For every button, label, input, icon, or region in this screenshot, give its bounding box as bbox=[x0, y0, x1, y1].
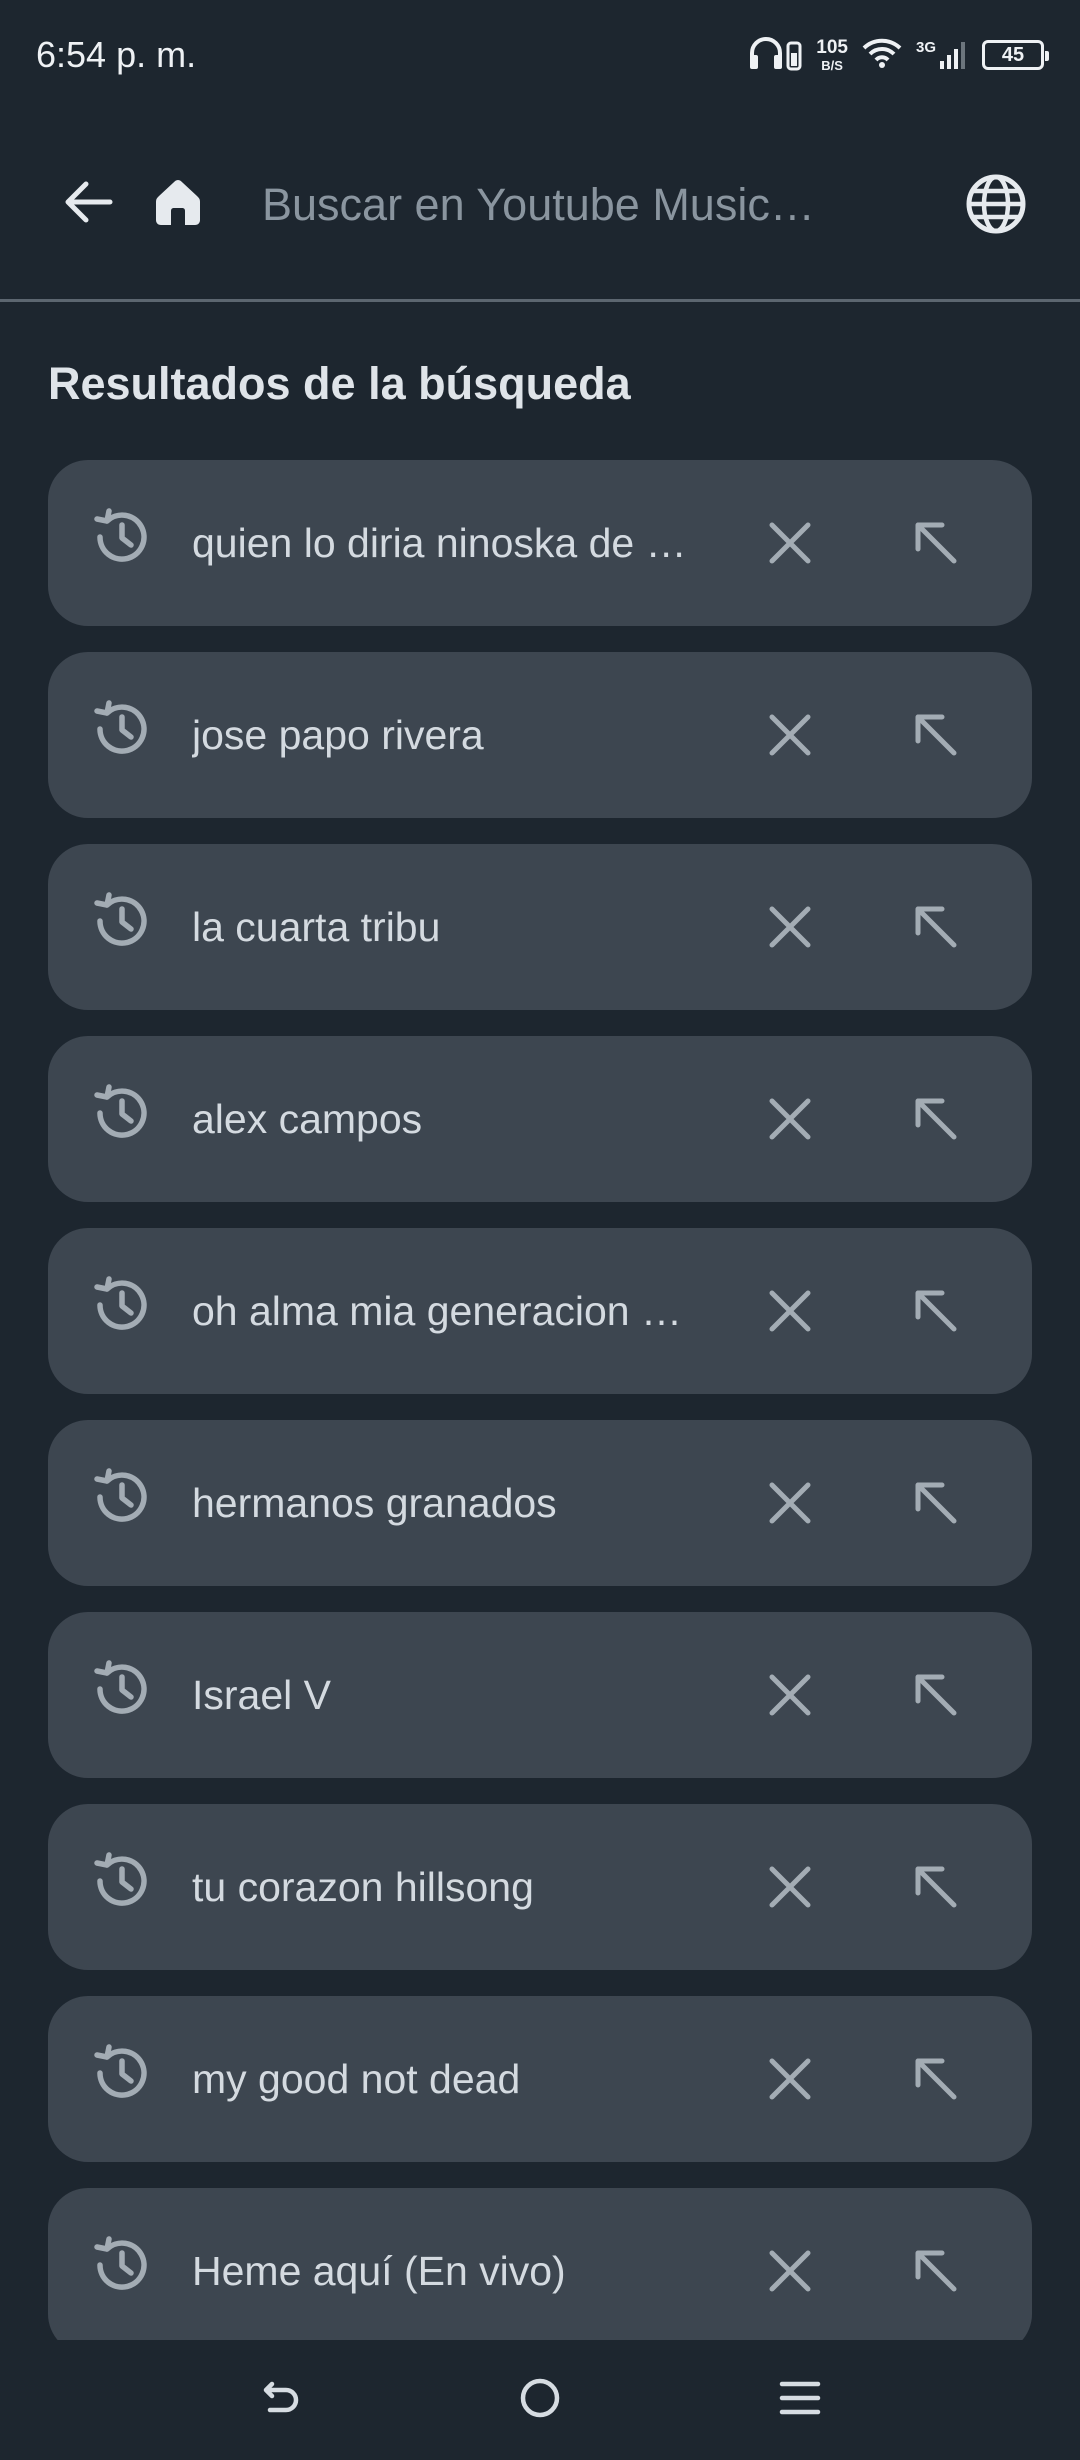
close-icon[interactable] bbox=[750, 887, 830, 967]
close-icon[interactable] bbox=[750, 695, 830, 775]
globe-button[interactable] bbox=[958, 168, 1034, 244]
search-history-item[interactable]: la cuarta tribu bbox=[48, 844, 1032, 1010]
history-icon bbox=[88, 1273, 164, 1349]
history-icon bbox=[88, 2041, 164, 2117]
search-history-label: Israel V bbox=[192, 1672, 331, 1718]
arrow-up-left-icon[interactable] bbox=[896, 503, 976, 583]
status-bar: 6:54 p. m. 105 B/S 3G 45 bbox=[0, 0, 1080, 110]
arrow-up-left-icon[interactable] bbox=[896, 1271, 976, 1351]
close-icon[interactable] bbox=[750, 1271, 830, 1351]
nav-back-icon bbox=[256, 2374, 304, 2427]
network-speed: 105 B/S bbox=[816, 38, 848, 72]
history-icon bbox=[88, 1081, 164, 1157]
nav-home-icon bbox=[516, 2374, 564, 2427]
divider bbox=[0, 299, 1080, 302]
battery-indicator: 45 bbox=[982, 40, 1049, 70]
search-history-item[interactable]: Heme aquí (En vivo) bbox=[48, 2188, 1032, 2354]
history-icon bbox=[88, 505, 164, 581]
close-icon[interactable] bbox=[750, 2231, 830, 2311]
search-history-label: jose papo rivera bbox=[192, 712, 484, 758]
network-speed-unit: B/S bbox=[821, 58, 843, 73]
network-speed-value: 105 bbox=[816, 37, 848, 58]
history-icon bbox=[88, 1657, 164, 1733]
search-input[interactable] bbox=[262, 170, 882, 240]
headphones-icon bbox=[748, 35, 802, 76]
system-nav-bar bbox=[0, 2340, 1080, 2460]
search-history-item[interactable]: hermanos granados bbox=[48, 1420, 1032, 1586]
search-history-list: quien lo diria ninoska de … jose papo riv… bbox=[48, 460, 1032, 2380]
search-history-label: tu corazon hillsong bbox=[192, 1864, 534, 1910]
home-button[interactable] bbox=[142, 168, 214, 240]
status-icons: 105 B/S 3G 45 bbox=[748, 35, 1049, 76]
arrow-up-left-icon[interactable] bbox=[896, 1847, 976, 1927]
globe-icon bbox=[964, 172, 1028, 241]
wifi-icon bbox=[862, 37, 902, 74]
search-history-label: oh alma mia generacion … bbox=[192, 1288, 682, 1334]
arrow-up-left-icon[interactable] bbox=[896, 2039, 976, 2119]
arrow-up-left-icon[interactable] bbox=[896, 887, 976, 967]
search-history-label: my good not dead bbox=[192, 2056, 521, 2102]
arrow-up-left-icon[interactable] bbox=[896, 695, 976, 775]
section-title: Resultados de la búsqueda bbox=[48, 358, 631, 409]
history-icon bbox=[88, 1465, 164, 1541]
cell-signal-icon: 3G bbox=[916, 39, 968, 71]
arrow-up-left-icon[interactable] bbox=[896, 2231, 976, 2311]
history-icon bbox=[88, 889, 164, 965]
back-button[interactable] bbox=[52, 168, 124, 240]
nav-home-button[interactable] bbox=[500, 2360, 580, 2440]
search-history-label: hermanos granados bbox=[192, 1480, 557, 1526]
search-history-label: quien lo diria ninoska de … bbox=[192, 520, 687, 566]
close-icon[interactable] bbox=[750, 1079, 830, 1159]
home-icon bbox=[150, 174, 206, 235]
close-icon[interactable] bbox=[750, 1463, 830, 1543]
search-history-item[interactable]: tu corazon hillsong bbox=[48, 1804, 1032, 1970]
nav-menu-button[interactable] bbox=[760, 2360, 840, 2440]
arrow-up-left-icon[interactable] bbox=[896, 1463, 976, 1543]
search-history-item[interactable]: my good not dead bbox=[48, 1996, 1032, 2162]
search-history-label: la cuarta tribu bbox=[192, 904, 441, 950]
top-bar bbox=[0, 140, 1080, 270]
arrow-up-left-icon[interactable] bbox=[896, 1079, 976, 1159]
arrow-up-left-icon[interactable] bbox=[896, 1655, 976, 1735]
close-icon[interactable] bbox=[750, 1655, 830, 1735]
status-time: 6:54 p. m. bbox=[36, 34, 197, 75]
search-history-item[interactable]: alex campos bbox=[48, 1036, 1032, 1202]
arrow-left-icon bbox=[60, 174, 116, 235]
history-icon bbox=[88, 697, 164, 773]
search-history-item[interactable]: Israel V bbox=[48, 1612, 1032, 1778]
close-icon[interactable] bbox=[750, 2039, 830, 2119]
history-icon bbox=[88, 1849, 164, 1925]
close-icon[interactable] bbox=[750, 503, 830, 583]
network-type: 3G bbox=[915, 39, 936, 56]
nav-back-button[interactable] bbox=[240, 2360, 320, 2440]
menu-icon bbox=[776, 2374, 824, 2427]
history-icon bbox=[88, 2233, 164, 2309]
search-history-item[interactable]: oh alma mia generacion … bbox=[48, 1228, 1032, 1394]
search-history-item[interactable]: jose papo rivera bbox=[48, 652, 1032, 818]
close-icon[interactable] bbox=[750, 1847, 830, 1927]
search-history-label: Heme aquí (En vivo) bbox=[192, 2248, 566, 2294]
search-history-item[interactable]: quien lo diria ninoska de … bbox=[48, 460, 1032, 626]
search-history-label: alex campos bbox=[192, 1096, 423, 1142]
